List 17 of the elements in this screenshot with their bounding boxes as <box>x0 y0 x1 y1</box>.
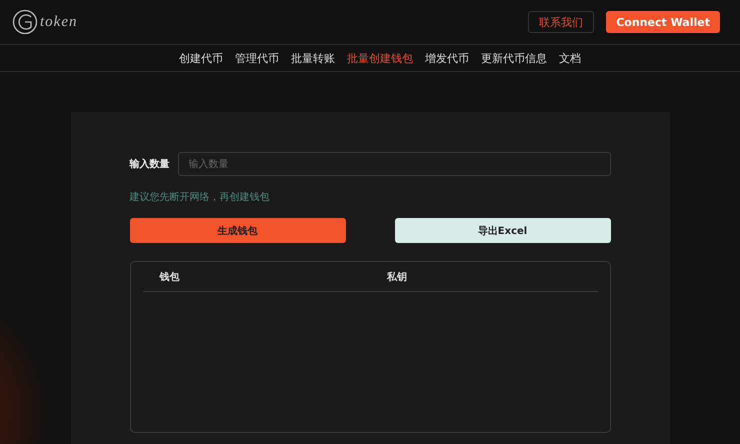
quantity-label: 输入数量 <box>130 158 170 171</box>
generate-wallet-button[interactable]: 生成钱包 <box>130 218 346 243</box>
nav-link[interactable]: 批量转账 <box>291 50 335 66</box>
nav-link[interactable]: 文档 <box>559 50 581 66</box>
contact-button[interactable]: 联系我们 <box>528 11 594 33</box>
nav-link[interactable]: 创建代币 <box>179 50 223 66</box>
logo-text: token <box>40 14 78 30</box>
logo-icon <box>12 9 38 35</box>
column-header: 钱包 <box>158 270 180 284</box>
nav-link[interactable]: 增发代币 <box>425 50 469 66</box>
export-excel-button[interactable]: 导出Excel <box>394 218 610 243</box>
hint-text: 建议您先断开网络，再创建钱包 <box>130 190 270 204</box>
quantity-input[interactable]: 输入数量 <box>178 152 610 176</box>
nav-link[interactable]: 批量创建钱包 <box>347 50 413 66</box>
column-header: 私钥 <box>386 270 408 284</box>
nav-link[interactable]: 更新代币信息 <box>481 50 547 66</box>
nav-link[interactable]: 管理代币 <box>235 50 279 66</box>
